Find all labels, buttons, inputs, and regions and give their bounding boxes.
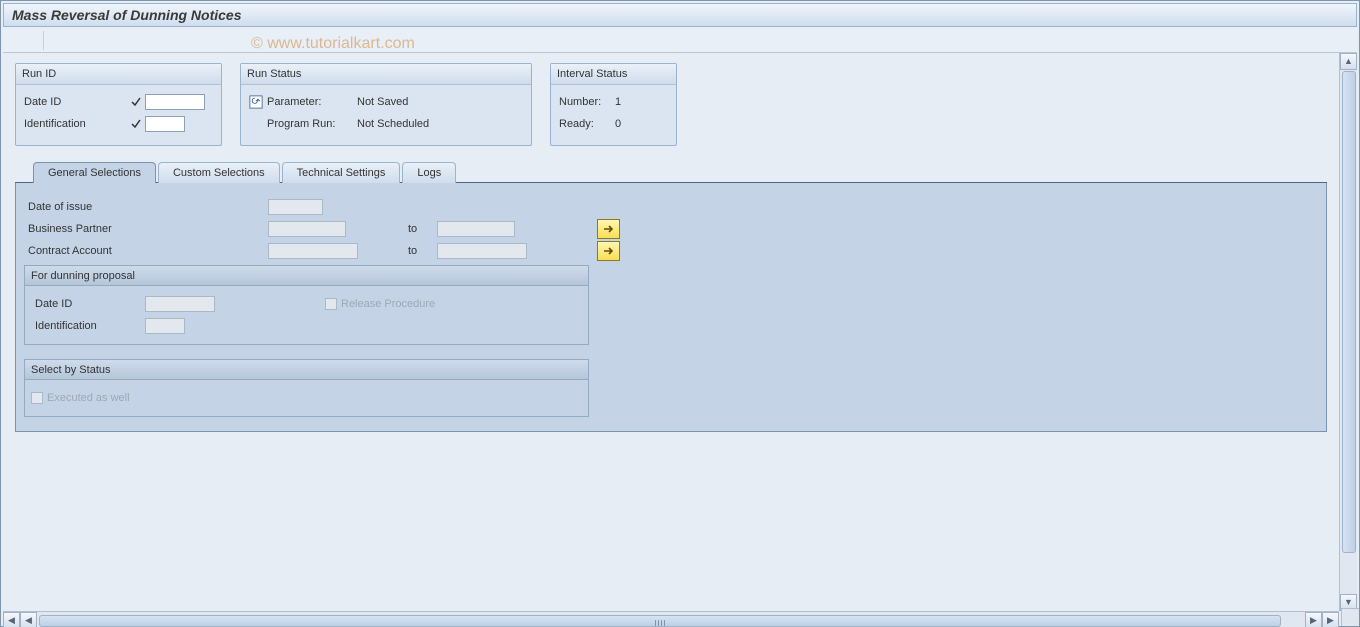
scroll-up-button[interactable]: ▲ [1340,53,1357,70]
group-run-id: Run ID Date ID Identification [15,63,222,146]
scroll-left-button[interactable]: ◀ [3,612,20,627]
dunning-date-id-label: Date ID [31,298,145,310]
identification-label: Identification [24,118,129,130]
program-run-label: Program Run: [267,118,357,130]
content-area: Run ID Date ID Identification [3,53,1357,611]
scroll-right-fast-button[interactable]: ▶ [1305,612,1322,627]
group-interval-status: Interval Status Number: 1 Ready: 0 [550,63,677,146]
multiple-selection-button[interactable] [597,241,620,261]
page-title: Mass Reversal of Dunning Notices [12,7,242,23]
tab-technical-settings[interactable]: Technical Settings [282,162,401,183]
title-bar: Mass Reversal of Dunning Notices [3,3,1357,27]
date-of-issue-label: Date of issue [24,201,268,213]
dunning-identification-input[interactable] [145,318,185,334]
scroll-left-fast-button[interactable]: ◀ [20,612,37,627]
executed-as-well-checkbox[interactable] [31,392,43,404]
date-id-input[interactable] [145,94,205,110]
toolbar-separator [43,31,44,50]
required-check-icon [129,95,143,109]
edit-icon[interactable] [7,31,11,51]
number-value: 1 [615,96,621,108]
group-run-status: Run Status Parameter: Not Saved Program … [240,63,532,146]
tab-logs[interactable]: Logs [402,162,456,183]
date-of-issue-input[interactable] [268,199,323,215]
contract-account-from-input[interactable] [268,243,358,259]
business-partner-label: Business Partner [24,223,268,235]
horizontal-scroll-thumb[interactable] [39,615,1281,627]
date-id-label: Date ID [24,96,129,108]
to-label: to [388,223,437,235]
program-run-value: Not Scheduled [357,118,429,130]
identification-input[interactable] [145,116,185,132]
refresh-icon[interactable] [249,95,267,109]
release-procedure-label: Release Procedure [341,298,435,310]
list-icon[interactable] [31,31,35,51]
group-run-id-header: Run ID [16,64,221,85]
vertical-scroll-thumb[interactable] [1342,71,1356,553]
release-procedure-checkbox[interactable] [325,298,337,310]
ready-label: Ready: [559,118,615,130]
variant-icon[interactable] [19,31,23,51]
tabstrip: General Selections Custom Selections Tec… [15,162,1327,183]
group-interval-status-header: Interval Status [551,64,676,85]
horizontal-scrollbar[interactable]: ◀ ◀ ▶ ▶ [3,611,1339,627]
select-by-status-block: Select by Status Executed as well [24,359,589,417]
business-partner-to-input[interactable] [437,221,515,237]
to-label-2: to [388,245,437,257]
select-by-status-header: Select by Status [24,359,589,380]
scroll-right-button[interactable]: ▶ [1322,612,1339,627]
multiple-selection-button[interactable] [597,219,620,239]
tab-general-selections[interactable]: General Selections [33,162,156,183]
group-run-status-header: Run Status [241,64,531,85]
parameter-value: Not Saved [357,96,408,108]
dunning-proposal-header: For dunning proposal [24,265,589,286]
tab-page: Date of issue Business Partner to [15,183,1327,432]
required-check-icon [129,117,143,131]
tab-custom-selections[interactable]: Custom Selections [158,162,280,183]
parameter-label: Parameter: [267,96,357,108]
dunning-date-id-input[interactable] [145,296,215,312]
vertical-scrollbar[interactable]: ▲ ▼ [1339,53,1357,611]
contract-account-label: Contract Account [24,245,268,257]
dunning-identification-label: Identification [31,320,145,332]
scroll-corner [1341,608,1359,626]
dunning-proposal-block: For dunning proposal Date ID Release Pro… [24,265,589,345]
ready-value: 0 [615,118,621,130]
application-toolbar [3,29,1357,53]
number-label: Number: [559,96,615,108]
executed-as-well-label: Executed as well [47,392,130,404]
contract-account-to-input[interactable] [437,243,527,259]
business-partner-from-input[interactable] [268,221,346,237]
horizontal-scroll-track[interactable] [37,613,1305,627]
